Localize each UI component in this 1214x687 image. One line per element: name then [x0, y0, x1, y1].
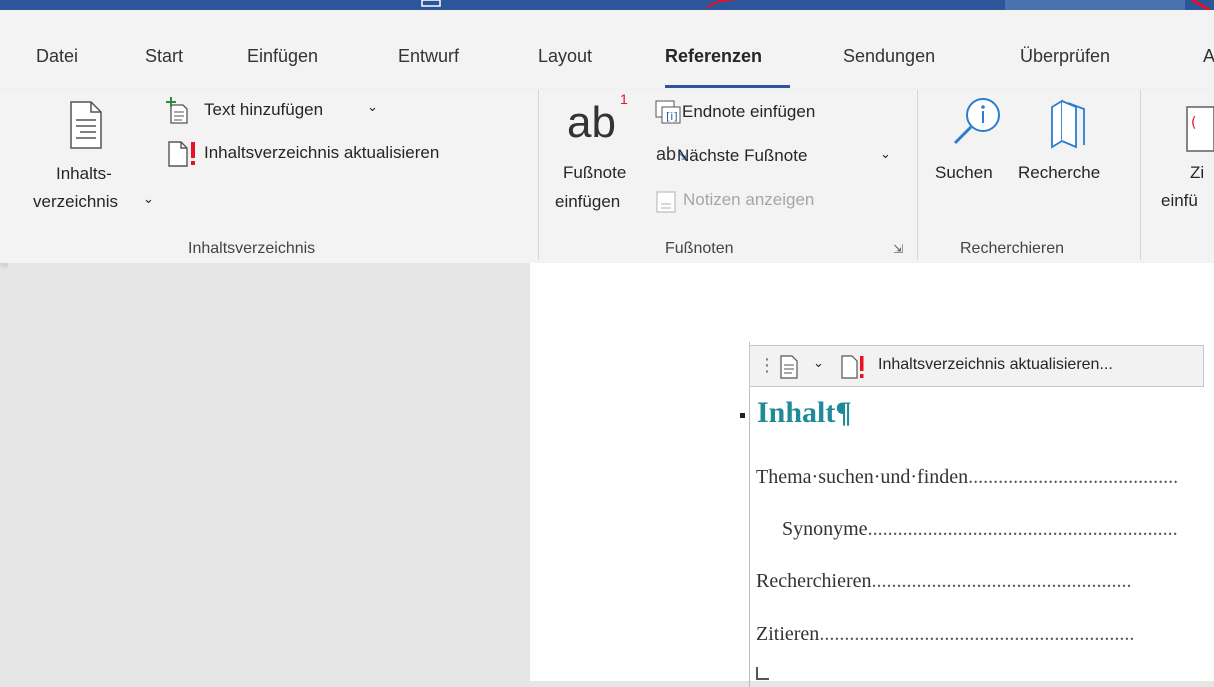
toc-entry-dots: ........................................… [819, 623, 1135, 645]
update-toc-label: Inhaltsverzeichnis aktualisieren [204, 143, 440, 162]
drag-handle-icon[interactable]: ⋮ [758, 355, 776, 376]
insert-endnote-label: Endnote einfügen [682, 102, 816, 121]
research-books-icon [1051, 99, 1085, 149]
tab-sendungen[interactable]: Sendungen [843, 46, 935, 67]
chevron-down-icon: ⌄ [143, 191, 154, 206]
update-toc-button[interactable]: Inhaltsverzeichnis aktualisieren [165, 140, 510, 168]
ribbon-tabs: Datei Start Einfügen Entwurf Layout Refe… [0, 10, 1214, 90]
footnote-superscript-icon: 1 [620, 91, 628, 107]
add-text-icon [166, 97, 188, 124]
toc-entry-dots: ........................................… [867, 518, 1178, 540]
paragraph-mark-bullet [740, 413, 745, 418]
toc-document-icon[interactable] [778, 354, 800, 380]
dialog-launcher-icon[interactable]: ⇲ [893, 242, 903, 256]
toc-button[interactable]: Inhalts- verzeichnis ⌄ [33, 95, 154, 215]
insert-footnote-label-1: Fußnote [563, 163, 627, 182]
chevron-down-icon: ⌄ [367, 99, 378, 114]
insert-endnote-button[interactable]: [i] Endnote einfügen [655, 100, 875, 126]
title-bar [0, 0, 1214, 10]
update-toc-icon [168, 141, 195, 167]
tab-start[interactable]: Start [145, 46, 183, 67]
active-tab-indicator [665, 85, 790, 88]
navigation-pane [8, 263, 530, 681]
tab-ueberpruefen[interactable]: Überprüfen [1020, 46, 1110, 67]
toc-heading[interactable]: Inhalt¶ [757, 396, 852, 430]
tab-einfuegen[interactable]: Einfügen [247, 46, 318, 67]
toc-entry-text: Zitieren [756, 623, 820, 645]
insert-footnote-label-2: einfügen [555, 192, 621, 211]
chevron-down-icon: ⌄ [880, 146, 891, 161]
tab-layout[interactable]: Layout [538, 46, 592, 67]
search-icon [953, 98, 1000, 145]
add-text-label: Text hinzufügen [204, 100, 324, 119]
group-separator [917, 90, 918, 260]
show-notes-button: Notizen anzeigen [655, 188, 875, 214]
insert-citation-label-1: Zi [1190, 163, 1205, 182]
notes-icon [656, 191, 676, 213]
toc-entry-dots: ........................................… [968, 466, 1179, 488]
next-footnote-label: Nächste Fußnote [677, 146, 808, 165]
section-end-mark-icon [756, 667, 769, 680]
toc-button-label-1: Inhalts- [56, 164, 112, 183]
svg-text:(: ( [1191, 115, 1196, 131]
toolbar-update-toc-button[interactable]: Inhaltsverzeichnis aktualisieren... [878, 356, 1113, 374]
show-notes-label: Notizen anzeigen [683, 190, 815, 209]
search-label: Suchen [935, 163, 993, 182]
tab-entwurf[interactable]: Entwurf [398, 46, 459, 67]
endnote-icon: [i] [655, 100, 681, 124]
research-button[interactable]: Recherche [1018, 93, 1118, 193]
annotation-mark [1191, 0, 1211, 10]
toc-content-control-toolbar: ⋮ ⌄ Inhaltsverzeichnis aktualisieren... [749, 345, 1204, 387]
chevron-down-icon[interactable]: ⌄ [813, 355, 824, 371]
group-separator [538, 90, 539, 260]
svg-text:[i]: [i] [666, 110, 678, 123]
tab-referenzen[interactable]: Referenzen [665, 46, 762, 67]
toc-entry-text: Synonyme [782, 518, 868, 540]
next-footnote-button[interactable]: ab↘ Nächste Fußnote ⌄ [655, 144, 895, 170]
toc-entry-dots: ........................................… [871, 570, 1132, 592]
toc-entry[interactable]: Zitieren................................… [756, 623, 1134, 646]
toc-button-label-2: verzeichnis [33, 192, 119, 211]
insert-citation-label-2: einfü [1161, 191, 1198, 210]
group-label-toc: Inhaltsverzeichnis [188, 240, 316, 257]
footnote-icon: ab [567, 98, 616, 147]
add-text-button[interactable]: Text hinzufügen ⌄ [165, 97, 395, 126]
save-icon[interactable] [420, 0, 444, 8]
annotation-mark [706, 0, 734, 8]
toc-entry[interactable]: Thema·suchen·und·finden.................… [756, 466, 1178, 489]
group-label-footnotes: Fußnoten [665, 240, 734, 257]
tab-partial[interactable]: A [1203, 46, 1214, 67]
tab-datei[interactable]: Datei [36, 46, 78, 67]
search-box[interactable] [1005, 0, 1185, 10]
group-label-research: Recherchieren [960, 240, 1065, 257]
insert-footnote-button[interactable]: ab 1 Fußnote einfügen [553, 91, 653, 218]
research-label: Recherche [1018, 163, 1101, 182]
toc-entry-text: Thema·suchen·und·finden [756, 466, 969, 488]
group-separator [1140, 90, 1141, 260]
toc-document-icon [70, 101, 102, 149]
toc-entry[interactable]: Synonyme................................… [782, 518, 1178, 541]
toc-entry[interactable]: Recherchieren...........................… [756, 570, 1131, 593]
citation-icon: ( [1186, 106, 1214, 152]
search-button[interactable]: Suchen [935, 93, 1015, 193]
update-toc-icon [841, 355, 864, 379]
insert-citation-button[interactable]: ( Zi einfü [1155, 100, 1214, 220]
toc-entry-text: Recherchieren [756, 570, 872, 592]
